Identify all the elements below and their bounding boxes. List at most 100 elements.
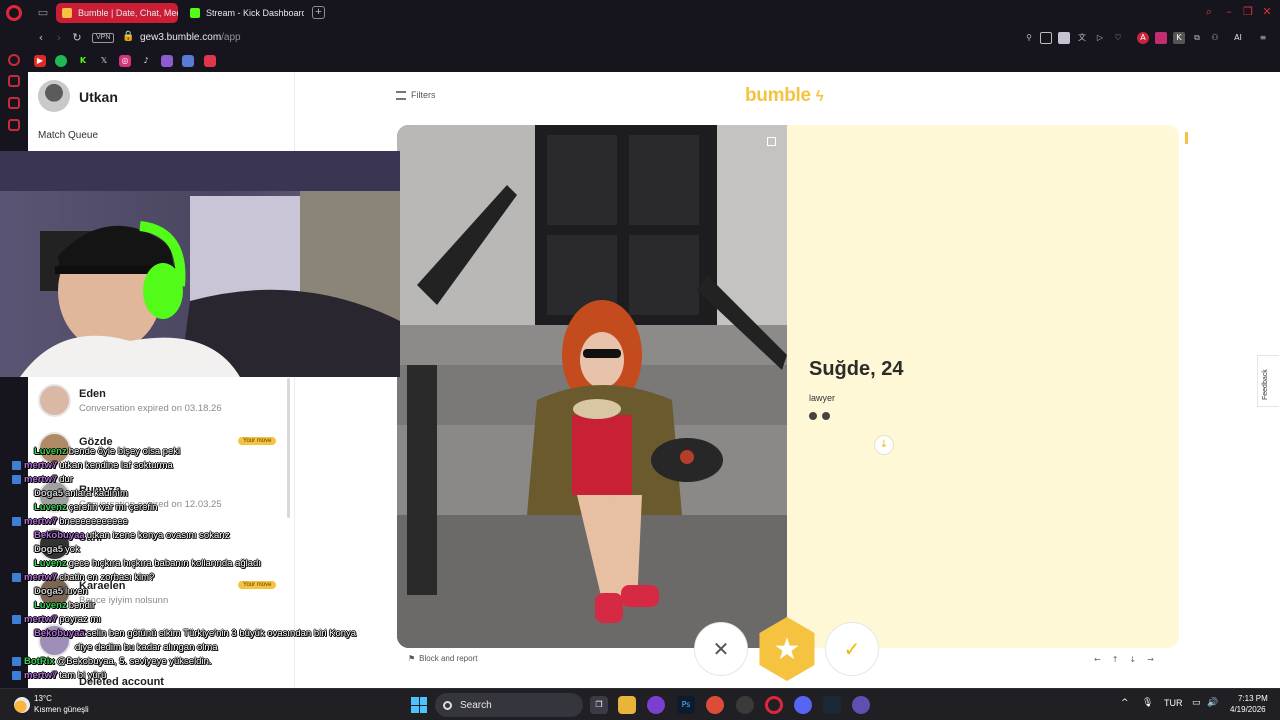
sidebar-mail-icon[interactable] xyxy=(8,119,20,131)
weather-temperature[interactable]: 13°C xyxy=(34,694,52,703)
microphone-icon[interactable]: 🎙 xyxy=(1142,698,1153,708)
sidebar-app-icon[interactable] xyxy=(8,75,20,87)
chat-username[interactable]: mertw7 xyxy=(24,614,57,625)
chat-username[interactable]: Doga5 xyxy=(34,544,63,555)
chat-username[interactable]: Bekobuyaa xyxy=(34,530,85,541)
opera-taskbar-icon[interactable] xyxy=(765,696,783,714)
extension-k-icon[interactable]: K xyxy=(1173,32,1185,44)
back-button[interactable]: ‹ xyxy=(34,31,48,45)
weather-description[interactable]: Kısmen güneşli xyxy=(34,705,89,714)
steam-icon[interactable] xyxy=(823,696,841,714)
filters-icon xyxy=(396,90,406,100)
chat-username[interactable]: Luvenz xyxy=(34,558,67,569)
sidebar-messenger-icon[interactable] xyxy=(8,97,20,109)
adblock-plus-icon[interactable]: A xyxy=(1137,32,1149,44)
youtube-icon[interactable]: ▶ xyxy=(34,55,46,67)
taskbar-search[interactable]: Search xyxy=(435,693,583,717)
app-icon[interactable] xyxy=(647,696,665,714)
profile-scrollbar[interactable] xyxy=(1185,132,1188,144)
chat-username[interactable]: Luvenz xyxy=(34,446,67,457)
lock-icon[interactable]: 🔒 xyxy=(122,31,134,42)
conversation-status: Conversation expired on 03.18.26 xyxy=(79,403,222,414)
screenshot-icon[interactable] xyxy=(1040,32,1052,44)
user-name[interactable]: Utkan xyxy=(79,89,118,105)
close-window-button[interactable]: ✕ xyxy=(1260,5,1274,19)
pass-button[interactable]: ✕ xyxy=(694,622,748,676)
url-field[interactable]: gew3.bumble.com/app xyxy=(140,32,241,43)
chat-username[interactable]: mertw7 xyxy=(24,460,57,471)
chat-username[interactable]: mertw7 xyxy=(24,474,57,485)
tab-bumble[interactable]: Bumble | Date, Chat, Meet xyxy=(56,3,178,23)
chat-username[interactable]: Luvenz xyxy=(34,600,67,611)
profile-icon[interactable]: ⚇ xyxy=(1209,32,1221,44)
messenger-icon[interactable] xyxy=(182,55,194,67)
discord-icon[interactable] xyxy=(204,55,216,67)
vpn-badge[interactable]: VPN xyxy=(92,33,115,43)
chat-username[interactable]: Bekobuyaa xyxy=(34,628,85,639)
clock-date[interactable]: 4/19/2026 xyxy=(1230,705,1266,714)
language-indicator[interactable]: TUR xyxy=(1164,698,1183,708)
new-tab-button[interactable]: + xyxy=(312,6,325,19)
player-icon[interactable]: ▷ xyxy=(1094,32,1106,44)
instagram-icon[interactable]: ◎ xyxy=(119,55,131,67)
tab-island-icon[interactable]: ▭ xyxy=(36,6,50,20)
menu-icon[interactable]: ≡ xyxy=(1257,32,1269,44)
clock-time[interactable]: 7:13 PM xyxy=(1238,694,1268,703)
chat-username[interactable]: Doga5 xyxy=(34,488,63,499)
pin-icon[interactable]: ⚲ xyxy=(1023,32,1035,44)
chat-text: anlara kadınım xyxy=(65,488,128,499)
chat-username[interactable]: BotRix xyxy=(24,656,55,667)
avatar xyxy=(38,384,71,417)
feedback-tab[interactable]: Feedback xyxy=(1257,355,1279,407)
match-queue-label: Match Queue xyxy=(38,130,99,141)
your-move-badge: Your move xyxy=(238,437,277,445)
weather-icon[interactable] xyxy=(14,697,30,713)
x-icon[interactable]: 𝕏 xyxy=(98,55,110,67)
list-item[interactable]: Eden Conversation expired on 03.18.26 xyxy=(28,384,294,432)
heart-icon[interactable]: ♡ xyxy=(1112,32,1124,44)
translate-icon[interactable]: 文 xyxy=(1076,32,1088,44)
chat-badge-icon xyxy=(12,516,21,526)
chat-username[interactable]: mertw7 xyxy=(24,516,57,527)
extensions-icon[interactable]: ⧉ xyxy=(1191,32,1203,44)
filters-button[interactable]: Filters xyxy=(396,90,436,100)
aria-icon[interactable] xyxy=(8,54,20,66)
start-button[interactable] xyxy=(411,697,427,713)
kick-icon[interactable]: K xyxy=(77,55,89,67)
twitch-icon[interactable] xyxy=(161,55,173,67)
profile-photo[interactable] xyxy=(397,125,787,648)
display-icon[interactable]: ▭ xyxy=(1192,698,1201,708)
chat-username[interactable]: mertw7 xyxy=(24,670,57,681)
like-button[interactable]: ✓ xyxy=(825,622,879,676)
minimize-button[interactable]: – xyxy=(1222,5,1236,19)
chat-username[interactable]: Doga5 xyxy=(34,586,63,597)
bumble-logo[interactable]: bumble ϟ xyxy=(745,85,824,107)
tray-overflow-icon[interactable]: ^ xyxy=(1121,698,1129,708)
file-explorer-icon[interactable] xyxy=(618,696,636,714)
tiktok-icon[interactable]: ♪ xyxy=(140,55,152,67)
chrome-icon[interactable] xyxy=(706,696,724,714)
chat-text: diye dedim bu kadar alıngan olma xyxy=(75,642,218,653)
maximize-button[interactable]: ❐ xyxy=(1241,5,1255,19)
photoshop-icon[interactable]: Ps xyxy=(677,696,695,714)
scroll-down-button[interactable]: ↓ xyxy=(874,435,894,455)
aria-ai-button[interactable]: AI xyxy=(1227,32,1249,44)
obs-icon[interactable] xyxy=(736,696,754,714)
chat-username[interactable]: mertw7 xyxy=(24,572,57,583)
forward-button[interactable]: › xyxy=(52,31,66,45)
reload-button[interactable]: ↻ xyxy=(70,31,84,45)
extension-pink-icon[interactable] xyxy=(1155,32,1167,44)
shield-icon[interactable] xyxy=(1058,32,1070,44)
search-tabs-icon[interactable]: ⌕ xyxy=(1202,5,1216,19)
avatar[interactable] xyxy=(38,80,70,112)
spotify-icon[interactable] xyxy=(55,55,67,67)
volume-icon[interactable]: 🔊 xyxy=(1207,698,1218,708)
tab-kick-dashboard[interactable]: Stream - Kick Dashboard xyxy=(184,3,304,23)
app-icon[interactable] xyxy=(852,696,870,714)
discord-taskbar-icon[interactable] xyxy=(794,696,812,714)
task-view-icon[interactable]: ❐ xyxy=(590,696,608,714)
chat-username[interactable]: Luvenz xyxy=(34,502,67,513)
opera-logo-icon[interactable] xyxy=(6,5,22,21)
block-report-link[interactable]: ⚑ Block and report xyxy=(408,654,477,663)
expand-icon[interactable] xyxy=(767,137,776,146)
